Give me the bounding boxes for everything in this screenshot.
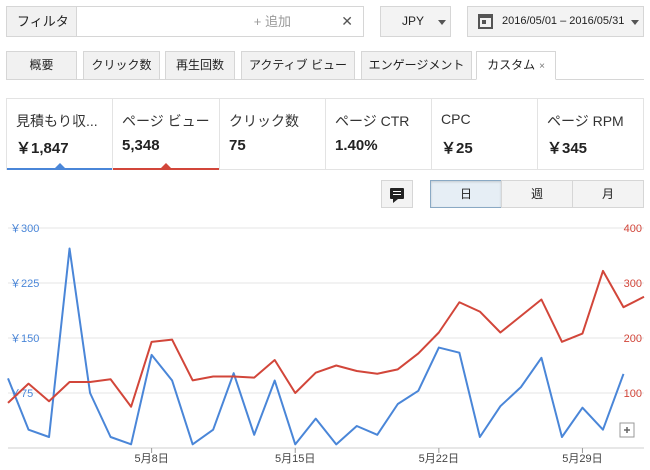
x-tick-label: 5月8日 [134,453,168,465]
x-tick-label: 5月29日 [562,453,602,465]
x-tick-label: 5月15日 [275,453,315,465]
y-right-tick-label: 200 [624,333,642,345]
y-right-tick-label: 100 [624,388,642,400]
y-right-tick-label: 400 [624,223,642,235]
y-right-tick-label: 300 [624,278,642,290]
x-tick-label: 5月22日 [419,453,459,465]
series-line-revenue [7,247,625,446]
y-left-tick-label: ￥225 [10,278,39,290]
y-left-tick-label: ￥300 [10,223,39,235]
y-left-tick-label: ￥150 [10,333,39,345]
line-chart: ￥300￥225￥150￥754003002001005月8日 5月15日 5月22… [7,223,645,465]
